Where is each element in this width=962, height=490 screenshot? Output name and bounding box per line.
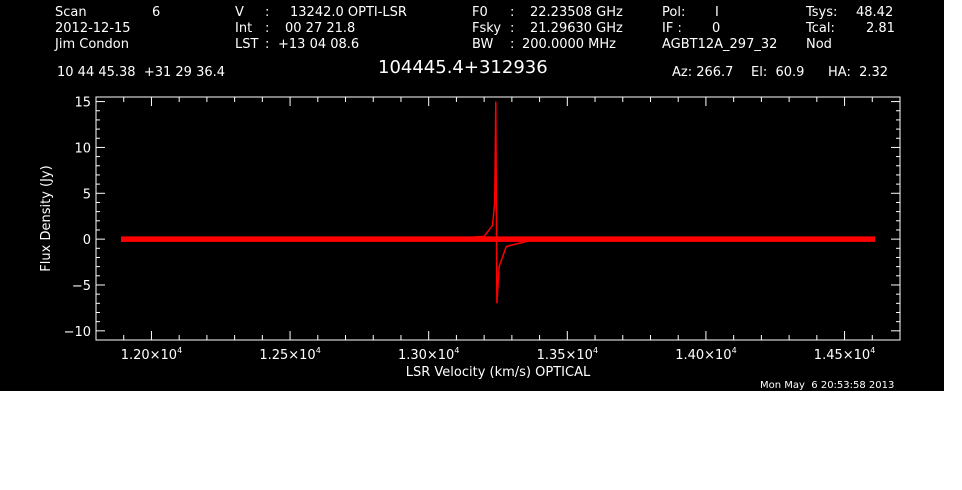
spectrum-chart: 1.20×104 1.25×104 1.30×104 1.35×104 1.40×104… [39, 96, 901, 380]
y-tick-label: 5 [83, 187, 91, 202]
y-axis-label: Flux Density (Jy) [39, 165, 54, 271]
y-tick-label: −5 [72, 279, 91, 294]
plot-timestamp: Mon May 6 20:53:58 2013 [760, 380, 895, 391]
y-tick-label: 10 [74, 141, 91, 156]
x-tick-label: 1.25×104 [259, 346, 320, 363]
x-tick-label: 1.45×104 [814, 346, 875, 363]
spectrum-line [120, 101, 875, 304]
y-tick-label: 0 [83, 233, 91, 248]
x-tick-label: 1.20×104 [121, 346, 182, 363]
x-tick-label: 1.40×104 [675, 346, 736, 363]
y-tick-label: −10 [64, 325, 91, 340]
x-tick-label: 1.35×104 [537, 346, 598, 363]
plot-panel: Scan 6 2012-12-15 Jim Condon V : 13242.0… [0, 0, 944, 391]
y-tick-label: 15 [74, 96, 91, 111]
plot-frame [95, 96, 901, 341]
x-axis-label: LSR Velocity (km/s) OPTICAL [406, 365, 591, 380]
x-tick-label: 1.30×104 [398, 346, 459, 363]
